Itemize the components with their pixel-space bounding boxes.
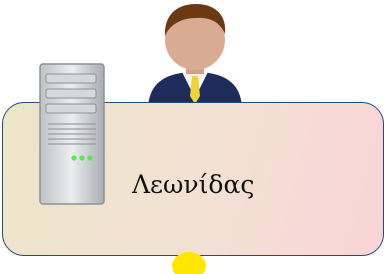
node-name-label: Λεωνίδας — [132, 170, 255, 199]
user-avatar-icon — [148, 4, 242, 110]
server-tower-icon — [39, 63, 105, 205]
status-indicator — [172, 252, 206, 274]
